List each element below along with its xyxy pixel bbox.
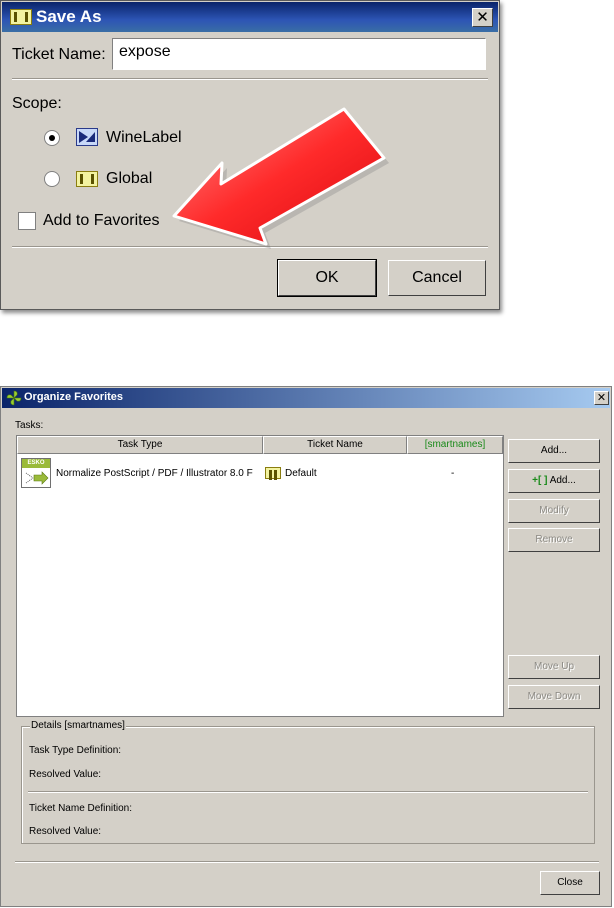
ticket-icon xyxy=(10,9,32,25)
tasks-label: Tasks: xyxy=(15,420,44,431)
remove-button[interactable]: Remove xyxy=(508,528,600,552)
move-down-button[interactable]: Move Down xyxy=(508,685,600,709)
scope-global-label: Global xyxy=(106,170,153,187)
move-up-button[interactable]: Move Up xyxy=(508,655,600,679)
modify-button[interactable]: Modify xyxy=(508,499,600,523)
organize-favorites-dialog: Organize Favorites ✕ Tasks: Task Type Ti… xyxy=(0,386,612,907)
normalize-task-icon: ESKO xyxy=(21,458,51,488)
resolved-value-label: Resolved Value: xyxy=(29,826,102,837)
column-header-smartnames[interactable]: [smartnames] xyxy=(407,436,503,454)
arrow-icon xyxy=(25,471,49,485)
add-to-favorites-label: Add to Favorites xyxy=(43,212,160,229)
divider xyxy=(28,791,588,793)
global-ticket-icon xyxy=(76,171,98,187)
divider xyxy=(12,78,488,80)
scope-global-radio[interactable] xyxy=(44,171,60,187)
add-smart-label: Add... xyxy=(549,475,576,486)
close-icon[interactable]: ✕ xyxy=(594,391,609,405)
divider xyxy=(15,861,599,863)
winelabel-icon xyxy=(76,128,98,146)
add-smart-button[interactable]: +[ ] Add... xyxy=(508,469,600,493)
ticket-name-input[interactable]: expose xyxy=(112,38,486,70)
add-button[interactable]: Add... xyxy=(508,439,600,463)
cancel-button[interactable]: Cancel xyxy=(388,260,486,296)
add-to-favorites-checkbox[interactable] xyxy=(18,212,36,230)
organize-title: Organize Favorites xyxy=(24,391,124,403)
close-icon[interactable]: ✕ xyxy=(472,8,493,27)
task-type-cell: Normalize PostScript / PDF / Illustrator… xyxy=(56,468,253,479)
smartnames-cell: - xyxy=(451,468,455,479)
red-arrow-annotation xyxy=(172,107,389,249)
organize-titlebar[interactable]: Organize Favorites ✕ xyxy=(2,388,610,408)
tasks-table[interactable]: Task Type Ticket Name [smartnames] ESKO … xyxy=(16,435,504,717)
smartnames-bracket-icon: +[ ] xyxy=(532,475,548,486)
resolved-value-label: Resolved Value: xyxy=(29,769,102,780)
pinwheel-icon xyxy=(6,390,22,406)
details-legend: Details [smartnames] xyxy=(30,720,126,731)
ticket-name-label: Ticket Name: xyxy=(12,46,106,63)
close-button[interactable]: Close xyxy=(540,871,600,895)
column-header-ticket-name[interactable]: Ticket Name xyxy=(263,436,407,454)
details-group: Details [smartnames] Task Type Definitio… xyxy=(21,720,595,844)
ticket-name-cell: Default xyxy=(285,468,317,479)
save-as-title: Save As xyxy=(36,7,102,26)
esko-badge: ESKO xyxy=(22,459,50,468)
task-type-definition-label: Task Type Definition: xyxy=(29,745,122,756)
scope-label: Scope: xyxy=(12,95,62,112)
save-as-titlebar[interactable]: Save As ✕ xyxy=(2,2,498,32)
ok-button[interactable]: OK xyxy=(277,259,377,297)
ticket-name-definition-label: Ticket Name Definition: xyxy=(29,803,132,814)
column-header-task-type[interactable]: Task Type xyxy=(17,436,263,454)
scope-winelabel-radio[interactable] xyxy=(44,130,60,146)
ticket-icon xyxy=(265,467,281,480)
table-row[interactable]: ESKO Normalize PostScript / PDF / Illust… xyxy=(17,456,503,492)
